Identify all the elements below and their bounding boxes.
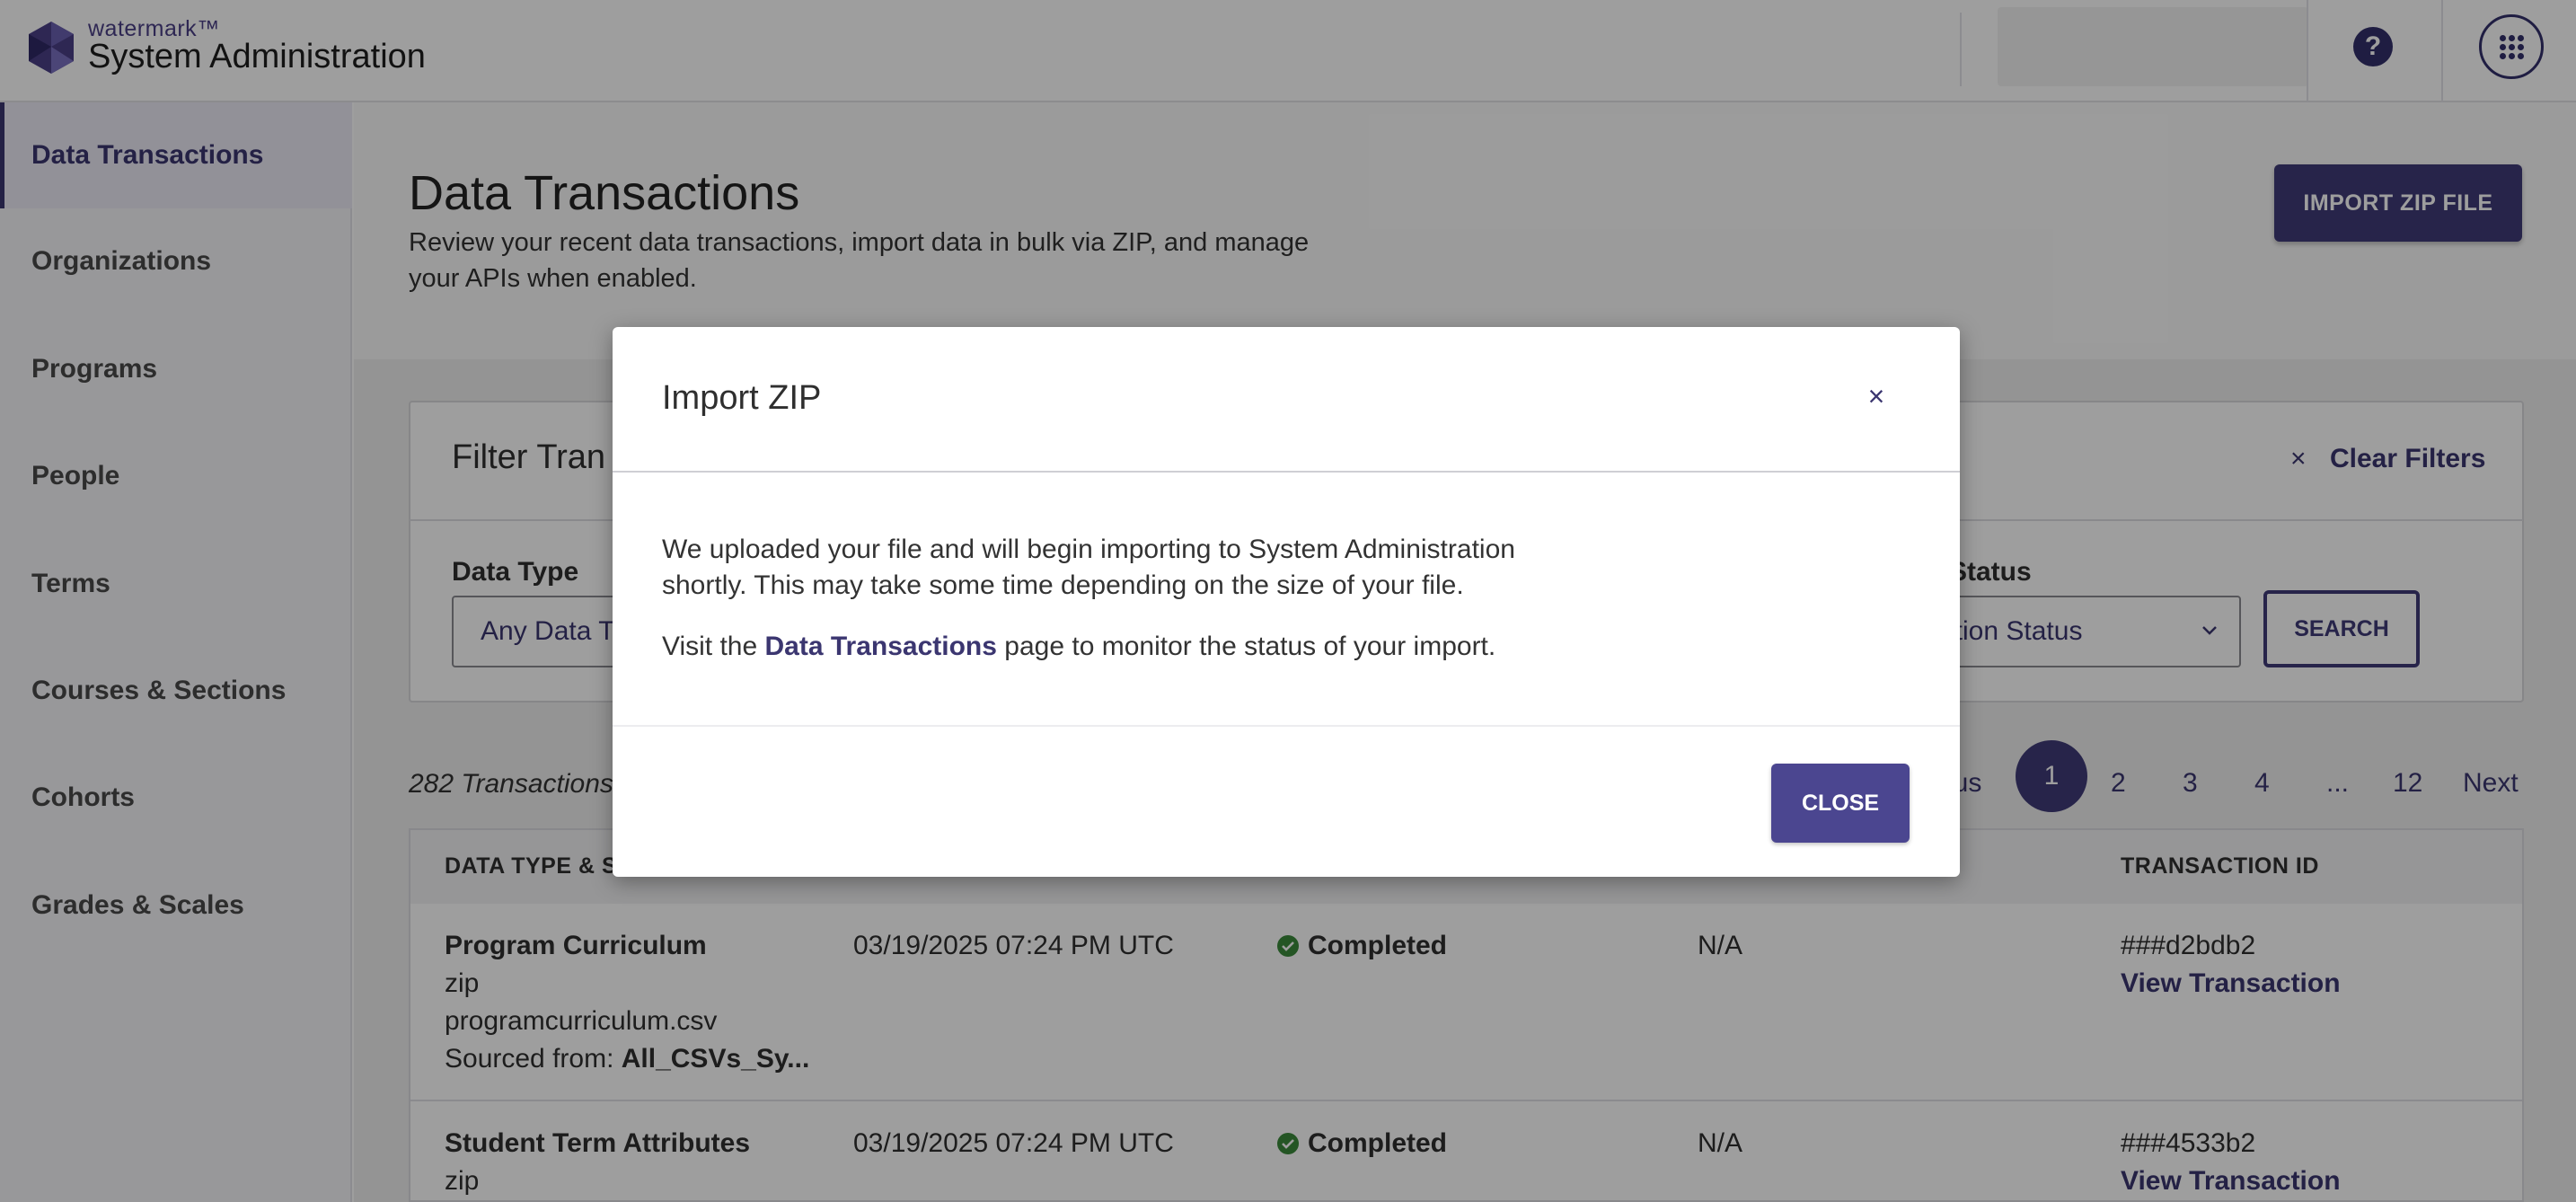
modal-divider: [613, 471, 1960, 473]
close-button[interactable]: CLOSE: [1771, 764, 1910, 843]
import-zip-modal: Import ZIP × We uploaded your file and w…: [613, 327, 1960, 877]
modal-message: We uploaded your file and will begin imp…: [662, 535, 1515, 600]
modal-divider: [613, 725, 1960, 727]
modal-instruction: Visit the Data Transactions page to moni…: [662, 632, 1496, 661]
modal-title: Import ZIP: [662, 379, 822, 417]
close-icon[interactable]: ×: [1861, 381, 1892, 411]
data-transactions-link[interactable]: Data Transactions: [765, 632, 997, 661]
